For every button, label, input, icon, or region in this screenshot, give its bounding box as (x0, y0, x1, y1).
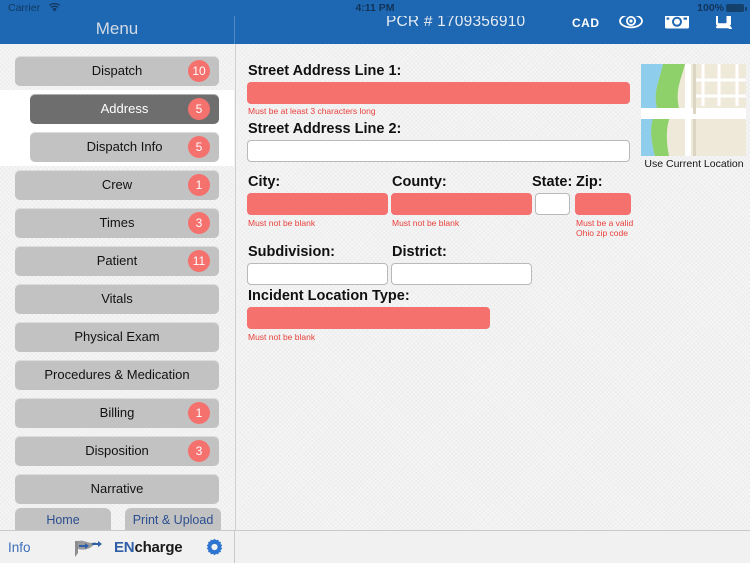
city-label: City: (248, 174, 281, 190)
sidebar-row: Procedures & Medication (0, 356, 234, 394)
cad-button[interactable]: CAD (572, 16, 600, 30)
sidebar-item-dispatch-info[interactable]: Dispatch Info 5 (30, 132, 219, 162)
sidebar-row: Narrative (0, 470, 234, 508)
brand-suffix: charge (134, 539, 183, 556)
sidebar-row: Times 3 (0, 204, 234, 242)
sidebar-row: Dispatch Info 5 (0, 128, 234, 166)
sidebar-item-badge: 1 (188, 402, 210, 424)
sidebar-item-badge: 10 (188, 60, 210, 82)
gear-icon[interactable] (205, 538, 224, 562)
menu-title: Menu (95, 19, 139, 38)
sidebar-item-badge: 11 (188, 250, 210, 272)
sidebar-row: Crew 1 (0, 166, 234, 204)
sidebar-row: Address 5 (0, 90, 234, 128)
incident-location-type-label: Incident Location Type: (248, 288, 410, 304)
status-bar: Carrier 4:11 PM 100% (0, 0, 750, 16)
brand-prefix: EN (114, 539, 135, 556)
district-input[interactable] (391, 263, 532, 285)
battery-full-icon (726, 4, 744, 12)
sidebar-item-crew[interactable]: Crew 1 (15, 170, 219, 200)
subdivision-input[interactable] (247, 263, 388, 285)
zip-input[interactable] (575, 193, 631, 215)
sidebar-row: Billing 1 (0, 394, 234, 432)
sidebar-menu-list: Dispatch 10 Address 5 Dispatch Info 5 Crew 1 Tim… (0, 44, 234, 508)
city-error: Must not be blank (248, 218, 316, 228)
county-label: County: (392, 174, 447, 190)
main-content: Street Address Line 1: Must be at least … (235, 44, 750, 530)
sidebar-item-badge: 3 (188, 212, 210, 234)
battery-percent-label: 100% (697, 2, 724, 14)
sidebar-item-vitals[interactable]: Vitals (15, 284, 219, 314)
sidebar-item-badge: 1 (188, 174, 210, 196)
sidebar-item-patient[interactable]: Patient 11 (15, 246, 219, 276)
sidebar-item-procedures-medication[interactable]: Procedures & Medication (15, 360, 219, 390)
use-current-location-label[interactable]: Use Current Location (638, 158, 750, 170)
encharge-flag-logo-icon (72, 539, 110, 563)
status-clock: 4:11 PM (355, 2, 395, 14)
county-error: Must not be blank (392, 218, 460, 228)
subdivision-label: Subdivision: (248, 244, 335, 260)
county-input[interactable] (391, 193, 532, 215)
bottom-divider (234, 531, 235, 563)
sidebar: Dispatch 10 Address 5 Dispatch Info 5 Crew 1 Tim… (0, 44, 234, 530)
district-label: District: (392, 244, 447, 260)
home-tab-label: Home (46, 513, 80, 527)
sidebar-item-label: Narrative (90, 481, 144, 496)
street-address-line1-input[interactable] (247, 82, 630, 104)
sidebar-item-label: Physical Exam (74, 329, 160, 344)
street-address-line1-error: Must be at least 3 characters long (248, 106, 376, 116)
zip-error: Must be a valid Ohio zip code (576, 218, 634, 238)
map-thumbnail-icon[interactable] (641, 64, 746, 156)
street-address-line2-input[interactable] (247, 140, 630, 162)
sidebar-item-badge: 5 (188, 136, 210, 158)
sidebar-item-times[interactable]: Times 3 (15, 208, 219, 238)
info-button[interactable]: Info (8, 540, 31, 555)
sidebar-item-dispatch[interactable]: Dispatch 10 (15, 56, 219, 86)
city-input[interactable] (247, 193, 388, 215)
content-divider (235, 44, 236, 530)
sidebar-row: Dispatch 10 (0, 52, 234, 90)
state-label: State: (532, 174, 573, 190)
sidebar-item-disposition[interactable]: Disposition 3 (15, 436, 219, 466)
sidebar-row: Disposition 3 (0, 432, 234, 470)
print-upload-tab-label: Print & Upload (132, 513, 214, 527)
sidebar-row: Vitals (0, 280, 234, 318)
sidebar-item-address[interactable]: Address 5 (30, 94, 219, 124)
sidebar-item-badge: 3 (188, 440, 210, 462)
incident-location-type-input[interactable] (247, 307, 490, 329)
sidebar-bottom-tabs: Home Print & Upload (0, 508, 234, 534)
sidebar-item-billing[interactable]: Billing 1 (15, 398, 219, 428)
sidebar-item-narrative[interactable]: Narrative (15, 474, 219, 504)
sidebar-row: Physical Exam (0, 318, 234, 356)
battery-cap-icon (745, 6, 747, 11)
sidebar-item-label: Vitals (101, 291, 133, 306)
bottom-toolbar: Info ENcharge (0, 530, 750, 563)
sidebar-row: Patient 11 (0, 242, 234, 280)
state-input[interactable] (535, 193, 570, 215)
sidebar-item-physical-exam[interactable]: Physical Exam (15, 322, 219, 352)
incident-location-type-error: Must not be blank (248, 332, 316, 342)
sidebar-item-label: Procedures & Medication (44, 367, 190, 382)
zip-label: Zip: (576, 174, 603, 190)
sidebar-item-badge: 5 (188, 98, 210, 120)
brand-name: ENcharge (114, 539, 183, 556)
street-address-line1-label: Street Address Line 1: (248, 63, 402, 79)
street-address-line2-label: Street Address Line 2: (248, 121, 402, 137)
